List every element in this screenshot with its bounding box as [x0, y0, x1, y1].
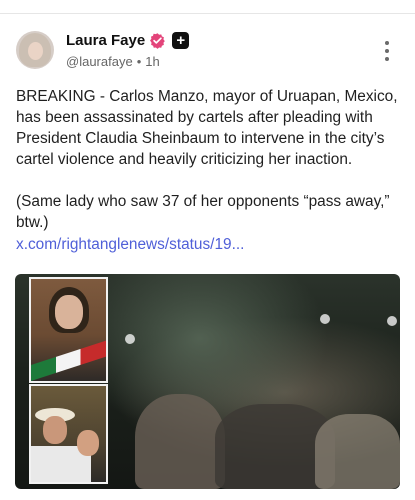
media-figure	[315, 414, 400, 489]
media-figure	[135, 394, 225, 489]
inset-face	[55, 295, 83, 329]
author-name[interactable]: Laura Faye	[66, 32, 145, 49]
inset-child	[77, 430, 99, 456]
media-light	[387, 316, 397, 326]
avatar[interactable]	[16, 31, 54, 69]
top-divider	[0, 13, 415, 14]
plus-badge-icon: +	[172, 32, 190, 49]
avatar-face	[28, 42, 43, 60]
post-media[interactable]	[15, 274, 400, 489]
author-row: Laura Faye +	[66, 32, 190, 49]
more-vertical-icon-dot	[385, 57, 389, 61]
media-inset-photo	[29, 384, 108, 484]
media-light	[320, 314, 330, 324]
inset-face	[43, 416, 67, 444]
post-link[interactable]: x.com/rightanglenews/status/19...	[16, 236, 244, 254]
more-options-button[interactable]	[383, 41, 391, 61]
post-body: BREAKING - Carlos Manzo, mayor of Uruapa…	[16, 88, 398, 231]
author-handle[interactable]: @laurafaye	[66, 54, 133, 69]
meta-separator: •	[136, 54, 142, 69]
post-time: 1h	[145, 54, 160, 69]
inset-sash	[31, 340, 106, 381]
media-light	[125, 334, 135, 344]
media-inset-portrait	[29, 277, 108, 383]
more-vertical-icon-dot	[385, 49, 389, 53]
verified-badge-icon	[150, 33, 166, 49]
meta-row: @laurafaye • 1h	[66, 54, 160, 69]
more-vertical-icon-dot	[385, 41, 389, 45]
